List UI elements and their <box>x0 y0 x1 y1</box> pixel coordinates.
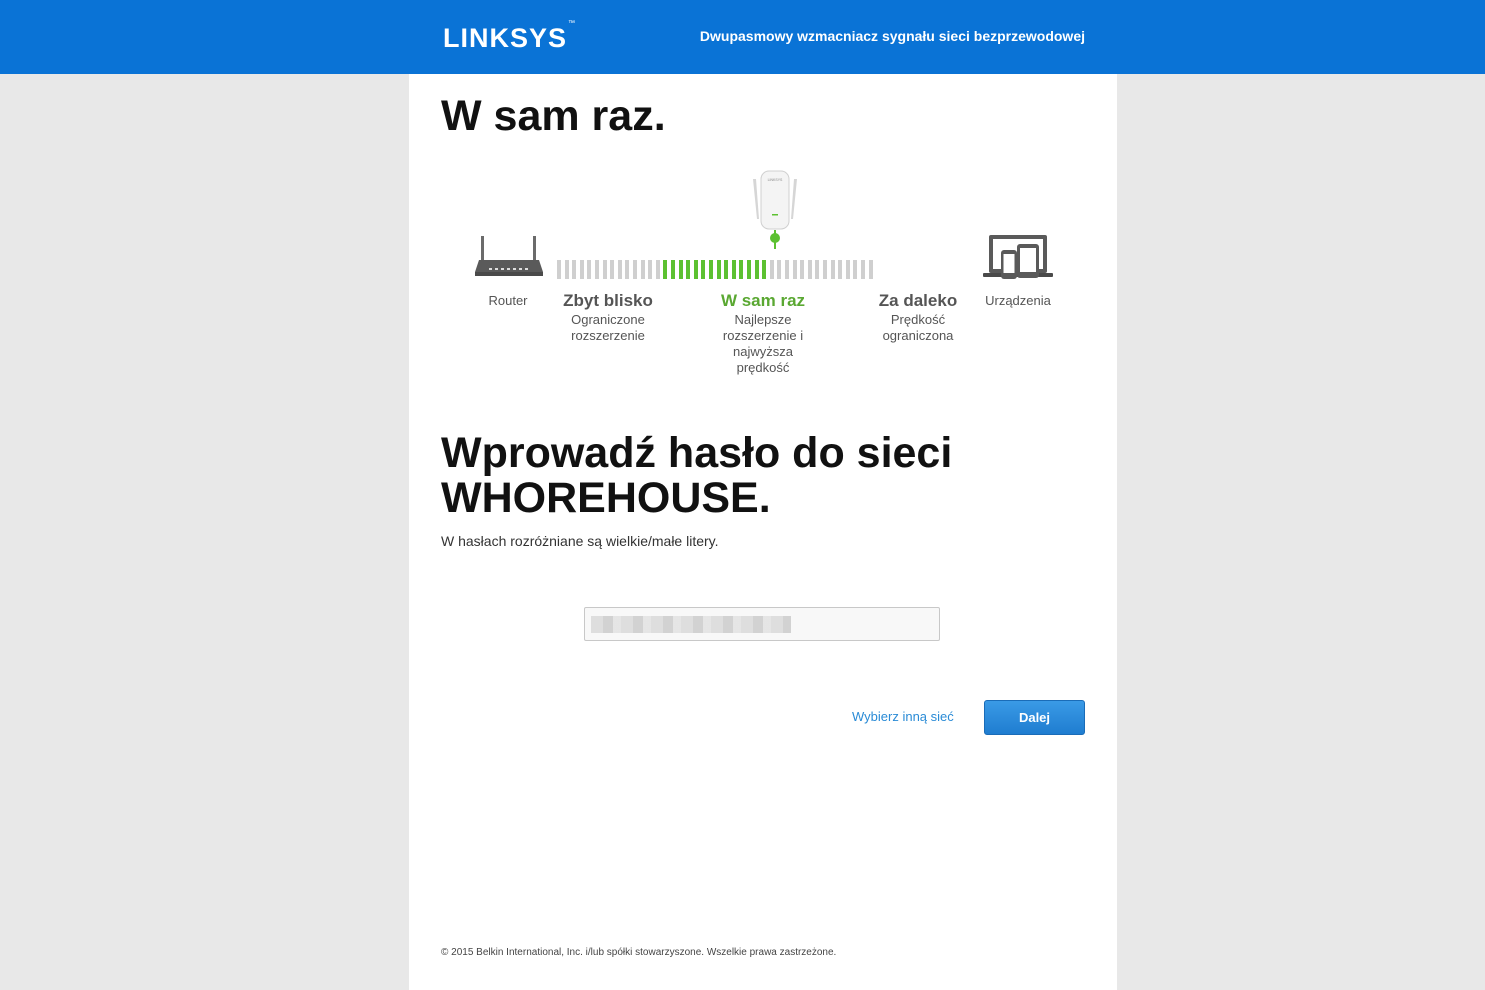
signal-bar-segment <box>747 260 751 279</box>
zone-too-close-title: Zbyt blisko <box>563 291 653 310</box>
main-content: W sam raz. Router LINKSYS Urządzenia Zby… <box>409 74 1117 990</box>
signal-bar-segment <box>800 260 805 279</box>
signal-bar-segment <box>572 260 577 279</box>
signal-bar-segment <box>845 260 850 279</box>
signal-bar-segment <box>557 260 561 279</box>
zone-too-far-title: Za daleko <box>878 291 958 310</box>
zone-too-far-description: Prędkość ograniczona <box>882 312 954 343</box>
footer-copyright: © 2015 Belkin International, Inc. i/lub … <box>441 947 837 958</box>
signal-bar-segment <box>655 260 660 279</box>
top-header: LINKSYS™ Dwupasmowy wzmacniacz sygnału s… <box>0 0 1485 74</box>
router-icon <box>475 236 543 276</box>
signal-bar-segment <box>617 260 622 279</box>
signal-bar-segment <box>739 260 744 279</box>
signal-bar-segment <box>701 260 706 279</box>
signal-bar-segment <box>838 260 843 279</box>
linksys-logo: LINKSYS™ <box>443 20 577 53</box>
signal-bar-segment <box>602 260 607 279</box>
signal-bar-segment <box>762 260 767 279</box>
logo-tm: ™ <box>568 20 577 27</box>
signal-bar-segment <box>823 260 827 279</box>
signal-bar-segment <box>815 260 820 279</box>
signal-bar-segment <box>671 260 675 279</box>
signal-bar-segment <box>709 260 713 279</box>
signal-bar-segment <box>807 260 812 279</box>
signal-bar-segment <box>777 260 782 279</box>
placement-title: W sam raz. <box>441 92 666 140</box>
signal-bar-segment <box>792 260 797 279</box>
signal-bar-segment <box>640 260 645 279</box>
signal-bar-segment <box>785 260 789 279</box>
zone-just-right-title: W sam raz <box>720 291 806 310</box>
choose-other-network-link[interactable]: Wybierz inną sieć <box>852 709 954 724</box>
signal-bar-segment <box>564 260 569 279</box>
signal-bar-segment <box>579 260 584 279</box>
zone-too-close-description: Ograniczone rozszerzenie <box>571 312 645 343</box>
signal-bar-segment <box>868 260 873 279</box>
signal-bar-segment <box>633 260 637 279</box>
placement-diagram: Router LINKSYS Urządzenia Zbyt blisko Og <box>409 164 1117 394</box>
password-heading: Wprowadź hasło do sieci WHOREHOUSE. <box>441 429 953 522</box>
devices-icon <box>983 235 1053 279</box>
signal-bar-segment <box>648 260 653 279</box>
signal-bar-segment <box>754 260 759 279</box>
password-input[interactable] <box>584 607 940 641</box>
signal-bar-segment <box>716 260 721 279</box>
signal-bar-segment <box>625 260 630 279</box>
signal-bar-segment <box>724 260 729 279</box>
extender-logo: LINKSYS <box>768 178 783 182</box>
signal-bar-segment <box>610 260 615 279</box>
signal-bar-segment <box>587 260 592 279</box>
product-subtitle: Dwupasmowy wzmacniacz sygnału sieci bezp… <box>699 28 1085 44</box>
password-hint: W hasłach rozróżniane są wielkie/małe li… <box>441 533 719 549</box>
signal-bar-segment <box>663 260 668 279</box>
signal-bar-segment <box>693 260 698 279</box>
signal-bar-segment <box>853 260 858 279</box>
signal-bar-segment <box>686 260 691 279</box>
signal-bar-segment <box>769 260 774 279</box>
logo-text: LINKSYS <box>443 23 568 53</box>
zone-just-right-description: Najlepsze rozszerzenie i najwyższa prędk… <box>722 312 804 375</box>
extender-icon: LINKSYS <box>753 170 797 249</box>
signal-bar-segment <box>595 260 599 279</box>
signal-bar-segment <box>861 260 865 279</box>
signal-bar-segment <box>830 260 835 279</box>
signal-bar-segment <box>678 260 683 279</box>
next-button[interactable]: Dalej <box>984 700 1085 735</box>
signal-bar-segment <box>731 260 736 279</box>
